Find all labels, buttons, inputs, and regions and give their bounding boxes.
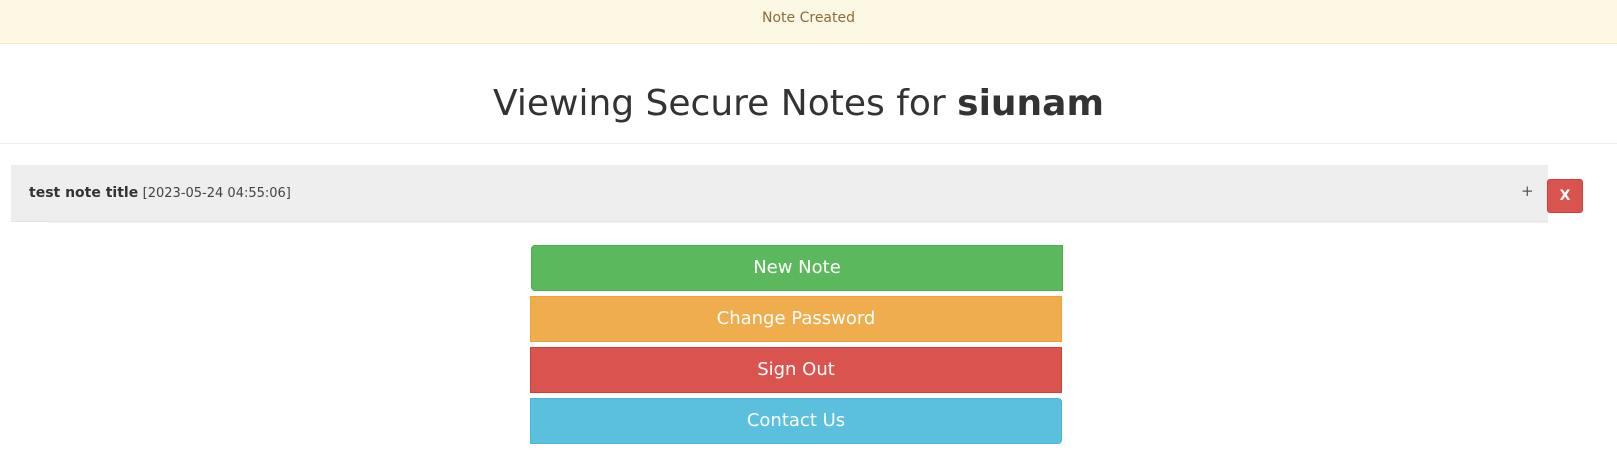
plus-icon[interactable]: + [1521, 182, 1534, 200]
page-title-prefix: Viewing Secure Notes for [493, 83, 946, 124]
new-note-button[interactable]: New Note [531, 245, 1063, 291]
note-title: test note title [29, 185, 139, 201]
note-item[interactable]: test note title [2023-05-24 04:55:06] + [11, 165, 1548, 222]
username: siunam [957, 83, 1104, 124]
alert-banner: Note Created [0, 0, 1617, 44]
sign-out-button[interactable]: Sign Out [530, 347, 1062, 393]
change-password-button[interactable]: Change Password [530, 296, 1062, 342]
note-text: test note title [2023-05-24 04:55:06] [29, 184, 291, 203]
note-divider [48, 222, 1548, 223]
page-header: Viewing Secure Notes for siunam [0, 44, 1617, 144]
alert-message: Note Created [762, 10, 855, 26]
contact-us-button[interactable]: Contact Us [530, 398, 1062, 444]
note-timestamp: [2023-05-24 04:55:06] [142, 186, 291, 201]
delete-note-button[interactable]: X [1547, 179, 1583, 213]
page-title: Viewing Secure Notes for siunam [0, 82, 1597, 126]
